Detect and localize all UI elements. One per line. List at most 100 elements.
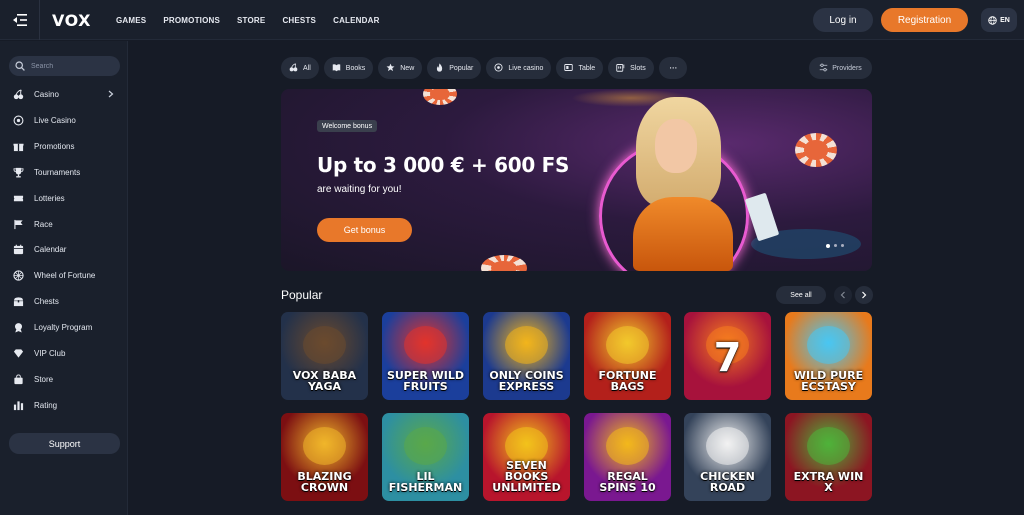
flag-icon [12,218,24,230]
nav-games[interactable]: GAMES [116,16,146,25]
game-tile[interactable]: LIL FISHERMAN [382,413,469,501]
sidebar-item-label: Casino [34,90,59,100]
gift-icon [12,141,24,153]
bar-chart-icon [12,399,24,411]
game-tile[interactable]: FORTUNE BAGS [584,312,671,400]
game-art [404,427,447,465]
more-filters-button[interactable]: ··· [658,57,687,79]
carousel-next-button[interactable] [855,286,873,304]
game-tile[interactable]: ONLY COINS EXPRESS [483,312,570,400]
game-art [807,427,850,465]
game-art [303,427,346,465]
chip-label: Books [345,64,366,72]
section-title-popular: Popular [281,288,323,302]
sidebar-item-promotions[interactable]: Promotions [0,134,128,160]
sidebar-item-store[interactable]: Store [0,366,128,392]
sidebar-item-tournaments[interactable]: Tournaments [0,160,128,186]
slot-icon [616,63,625,74]
hostess-face-decor [655,119,697,173]
menu-toggle-button[interactable] [0,0,40,40]
chip-all[interactable]: All [281,57,319,79]
chip-books[interactable]: Books [323,57,374,79]
promo-banner[interactable]: Welcome bonus Up to 3 000 € + 600 FS are… [281,89,872,271]
game-tile[interactable]: SEVEN BOOKS UNLIMITED [483,413,570,501]
game-tile[interactable]: BLAZING CROWN [281,413,368,501]
chip-label: New [400,64,415,72]
game-art [807,326,850,364]
chevron-right-icon [108,90,114,100]
top-bar: VOX GAMES PROMOTIONS STORE CHESTS CALEND… [0,0,1024,40]
ticket-icon [12,192,24,204]
registration-button[interactable]: Registration [881,8,968,32]
sidebar-item-race[interactable]: Race [0,211,128,237]
sidebar-item-label: Rating [34,400,58,410]
game-art [505,326,548,364]
sidebar-item-label: Calendar [34,245,67,255]
live-icon [494,62,503,74]
support-button[interactable]: Support [9,433,120,454]
banner-headline: Up to 3 000 € + 600 FS [317,153,570,177]
game-tile[interactable]: REGAL SPINS 10 [584,413,671,501]
nav-store[interactable]: STORE [237,16,265,25]
cash-decor [744,192,780,242]
search-input[interactable] [31,62,111,70]
sidebar-item-label: Wheel of Fortune [34,271,96,281]
sidebar-item-label: Tournaments [34,167,81,177]
game-tile[interactable]: SUPER WILD FRUITS [382,312,469,400]
search-icon [15,61,25,71]
sidebar-item-label: Live Casino [34,116,76,126]
sidebar-item-label: Store [34,374,54,384]
game-title: ONLY COINS EXPRESS [489,369,564,393]
chip-new[interactable]: New [378,57,423,79]
sidebar-menu: Casino Live Casino Promotions Tournament… [0,82,128,418]
login-button[interactable]: Log in [813,8,873,32]
casino-chip-decor [795,133,837,167]
search-box[interactable] [9,56,120,76]
game-tile[interactable]: 7 [684,312,771,400]
chip-live-casino[interactable]: Live casino [486,57,552,79]
carousel-dot[interactable] [841,244,844,247]
chip-table[interactable]: Table [556,57,604,79]
sidebar-item-casino[interactable]: Casino [0,82,128,108]
nav-chests[interactable]: CHESTS [282,16,316,25]
sidebar-item-label: Chests [34,297,59,307]
carousel-dot[interactable] [834,244,837,247]
fire-icon [435,62,444,74]
game-title: VOX BABA YAGA [292,369,357,393]
carousel-prev-button[interactable] [834,286,852,304]
game-tile[interactable]: CHICKEN ROAD [684,413,771,501]
chip-label: Live casino [508,64,544,72]
see-all-button[interactable]: See all [776,286,826,304]
sidebar-item-chests[interactable]: Chests [0,289,128,315]
site-logo[interactable]: VOX [52,11,91,30]
language-selector[interactable]: EN [981,8,1017,32]
nav-calendar[interactable]: CALENDAR [333,16,380,25]
game-title: SEVEN BOOKS UNLIMITED [492,459,561,494]
sidebar-item-calendar[interactable]: Calendar [0,237,128,263]
sidebar-item-vip-club[interactable]: VIP Club [0,340,128,366]
sidebar-item-label: Loyalty Program [34,323,93,333]
nav-promotions[interactable]: PROMOTIONS [163,16,220,25]
game-art [303,326,346,364]
sidebar-item-live-casino[interactable]: Live Casino [0,108,128,134]
providers-button[interactable]: Providers [809,57,872,79]
carousel-dot[interactable] [826,243,830,248]
get-bonus-button[interactable]: Get bonus [317,218,412,242]
chip-label: Popular [449,64,474,72]
sidebar-item-wheel-of-fortune[interactable]: Wheel of Fortune [0,263,128,289]
casino-chip-decor [481,255,527,271]
game-tile[interactable]: EXTRA WIN X [785,413,872,501]
sidebar-item-lotteries[interactable]: Lotteries [0,185,128,211]
sidebar-item-rating[interactable]: Rating [0,392,128,418]
game-title: SUPER WILD FRUITS [386,369,465,393]
book-icon [332,63,341,74]
game-title: BLAZING CROWN [297,470,352,494]
game-tile[interactable]: VOX BABA YAGA [281,312,368,400]
chip-slots[interactable]: Slots [608,57,654,79]
sidebar-item-loyalty-program[interactable]: Loyalty Program [0,315,128,341]
sidebar: Casino Live Casino Promotions Tournament… [0,41,128,515]
carousel-dots [826,243,844,248]
game-art [706,427,749,465]
game-tile[interactable]: WILD PURE ECSTASY [785,312,872,400]
chip-popular[interactable]: Popular [427,57,482,79]
